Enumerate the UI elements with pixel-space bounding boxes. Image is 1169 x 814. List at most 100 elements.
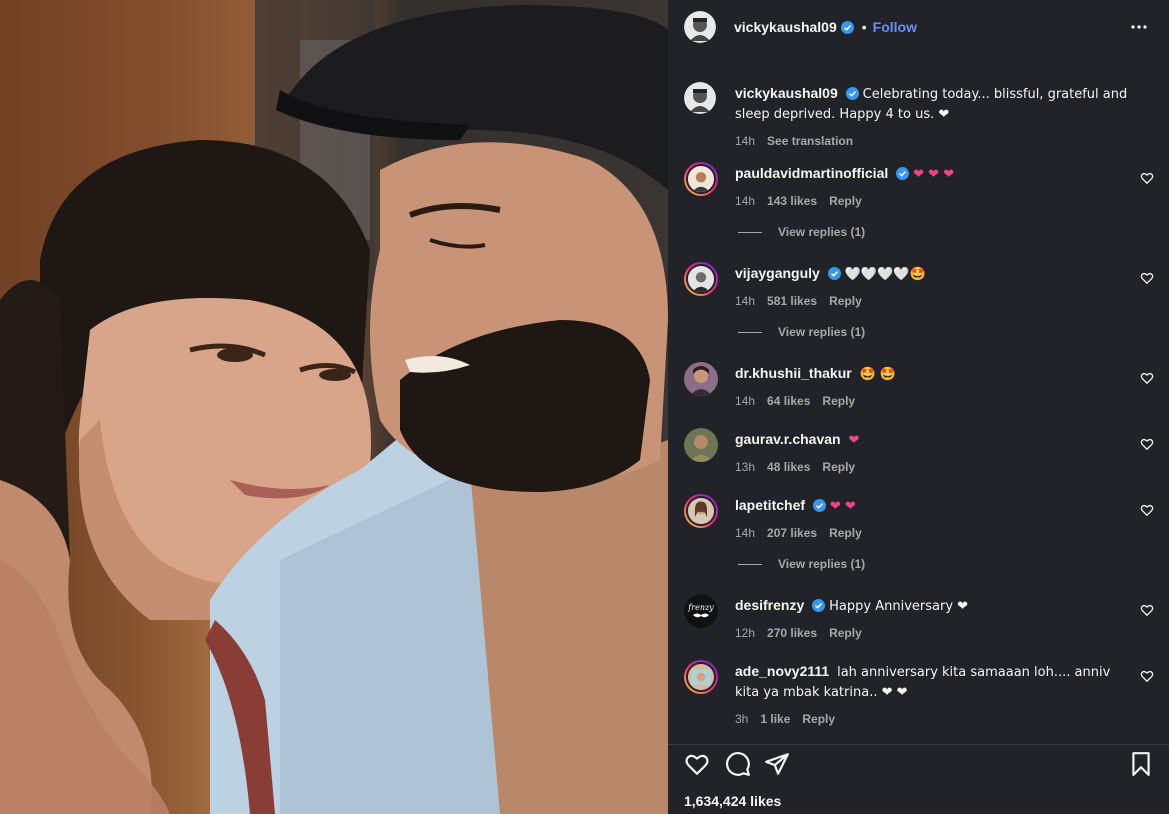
comment-username[interactable]: desifrenzy (735, 597, 804, 613)
reply-button[interactable]: Reply (829, 524, 862, 542)
reply-button[interactable]: Reply (802, 710, 835, 728)
caption-body: vickykaushal09 Celebrating today... blis… (735, 84, 1145, 150)
caption-username[interactable]: vickykaushal09 (735, 85, 838, 101)
user-avatar-image (688, 266, 714, 292)
view-replies-button[interactable]: View replies (1) (738, 325, 865, 339)
comment-likes[interactable]: 270 likes (767, 624, 817, 642)
comment-time: 14h (735, 194, 756, 208)
view-replies-button[interactable]: View replies (1) (738, 225, 865, 239)
post-photo[interactable] (0, 0, 668, 814)
follow-button[interactable]: Follow (873, 19, 917, 35)
comment-bubble-icon[interactable] (725, 751, 751, 777)
comment-avatar[interactable] (684, 428, 718, 462)
comment-username[interactable]: gaurav.r.chavan (735, 431, 841, 447)
comment-text: 🤍🤍🤍🤍🤩 (844, 267, 926, 282)
comment-avatar[interactable] (684, 660, 718, 694)
author-avatar-image (684, 82, 716, 114)
heart-outline-icon[interactable] (1140, 503, 1154, 517)
comment-text: Happy Anniversary ❤ (829, 599, 969, 614)
more-dots-icon[interactable] (1129, 18, 1149, 36)
comment-body: desifrenzy Happy Anniversary ❤ 12h 270 l… (735, 596, 1135, 642)
comment-avatar[interactable]: frenzy (684, 594, 718, 628)
separator-dot: • (861, 19, 867, 35)
user-avatar-image (684, 428, 718, 462)
comment-body: gaurav.r.chavan ❤ 13h 48 likes Reply (735, 430, 1135, 476)
comment-username[interactable]: ade_novy2111 (735, 663, 829, 679)
comment-meta: 13h 48 likes Reply (735, 458, 1135, 476)
comment-time: 14h (735, 526, 756, 540)
paper-plane-icon[interactable] (764, 751, 790, 777)
comment-meta: 3h 1 like Reply (735, 710, 1125, 728)
reply-button[interactable]: Reply (822, 392, 855, 410)
comment-text: ❤ (848, 433, 860, 448)
reply-button[interactable]: Reply (829, 292, 862, 310)
heart-outline-icon[interactable] (1140, 437, 1154, 451)
desifrenzy-logo: frenzy (684, 594, 718, 628)
comment-body: dr.khushii_thakur 🤩 🤩 14h 64 likes Reply (735, 364, 1135, 410)
view-replies-label: View replies (1) (778, 225, 866, 239)
likes-count[interactable]: 1,634,424 likes (684, 793, 781, 809)
view-replies-label: View replies (1) (778, 325, 866, 339)
comment-time: 3h (735, 712, 749, 726)
comment-avatar[interactable] (684, 162, 718, 196)
author-username[interactable]: vickykaushal09 (734, 19, 837, 35)
post-header: vickykaushal09 • Follow (668, 0, 1169, 54)
caption-meta: 14h See translation (735, 132, 1145, 150)
view-replies-button[interactable]: View replies (1) (738, 557, 865, 571)
heart-outline-icon[interactable] (1140, 371, 1154, 385)
comments-list[interactable]: vickykaushal09 Celebrating today... blis… (668, 54, 1169, 744)
replies-line (738, 331, 762, 333)
logo-wordmark: frenzy (687, 603, 714, 612)
caption-avatar[interactable] (684, 82, 716, 114)
heart-outline-icon[interactable] (1140, 603, 1154, 617)
comment-time: 14h (735, 394, 756, 408)
heart-outline-icon[interactable] (684, 751, 710, 777)
see-translation-link[interactable]: See translation (767, 132, 853, 150)
comment-likes[interactable]: 143 likes (767, 192, 817, 210)
post-actions-bar (668, 745, 1169, 785)
replies-line (738, 563, 762, 565)
user-avatar-image (684, 362, 718, 396)
heart-outline-icon[interactable] (1140, 669, 1154, 683)
verified-badge-icon (845, 87, 859, 100)
comment-meta: 14h 64 likes Reply (735, 392, 1135, 410)
comment-likes[interactable]: 1 like (760, 710, 790, 728)
comment-text: 🤩 🤩 (859, 367, 897, 382)
comment-username[interactable]: dr.khushii_thakur (735, 365, 852, 381)
reply-button[interactable]: Reply (829, 192, 862, 210)
comment-body: vijayganguly 🤍🤍🤍🤍🤩 14h 581 likes Reply (735, 264, 1135, 310)
user-avatar-image (688, 664, 714, 690)
comment-body: ade_novy2111 lah anniversary kita samaaa… (735, 662, 1125, 728)
comment-body: lapetitchef ❤ ❤ 14h 207 likes Reply (735, 496, 1135, 542)
comment-username[interactable]: lapetitchef (735, 497, 805, 513)
comment-username[interactable]: pauldavidmartinofficial (735, 165, 888, 181)
caption-time: 14h (735, 134, 756, 148)
comment-likes[interactable]: 207 likes (767, 524, 817, 542)
heart-outline-icon[interactable] (1140, 171, 1154, 185)
comment-likes[interactable]: 48 likes (767, 458, 810, 476)
comment-time: 12h (735, 626, 756, 640)
comment-meta: 14h 581 likes Reply (735, 292, 1135, 310)
reply-button[interactable]: Reply (829, 624, 862, 642)
user-avatar-image (688, 498, 714, 524)
comment-likes[interactable]: 64 likes (767, 392, 810, 410)
comment-avatar[interactable] (684, 494, 718, 528)
comment-meta: 12h 270 likes Reply (735, 624, 1135, 642)
post-side-panel: vickykaushal09 • Follow vickykaushal09 C… (668, 0, 1169, 814)
reply-button[interactable]: Reply (822, 458, 855, 476)
author-avatar[interactable] (684, 11, 716, 43)
comment-body: pauldavidmartinofficial ❤ ❤ ❤ 14h 143 li… (735, 164, 1135, 210)
comment-text: ❤ ❤ (829, 499, 856, 514)
bookmark-icon[interactable] (1128, 751, 1154, 777)
comment-time: 14h (735, 294, 756, 308)
comment-avatar[interactable] (684, 362, 718, 396)
verified-badge-icon (896, 167, 910, 180)
verified-badge-icon (813, 499, 827, 512)
comment-username[interactable]: vijayganguly (735, 265, 820, 281)
comment-time: 13h (735, 460, 756, 474)
replies-line (738, 231, 762, 233)
comment-avatar[interactable] (684, 262, 718, 296)
author-avatar-image (684, 11, 716, 43)
heart-outline-icon[interactable] (1140, 271, 1154, 285)
comment-likes[interactable]: 581 likes (767, 292, 817, 310)
